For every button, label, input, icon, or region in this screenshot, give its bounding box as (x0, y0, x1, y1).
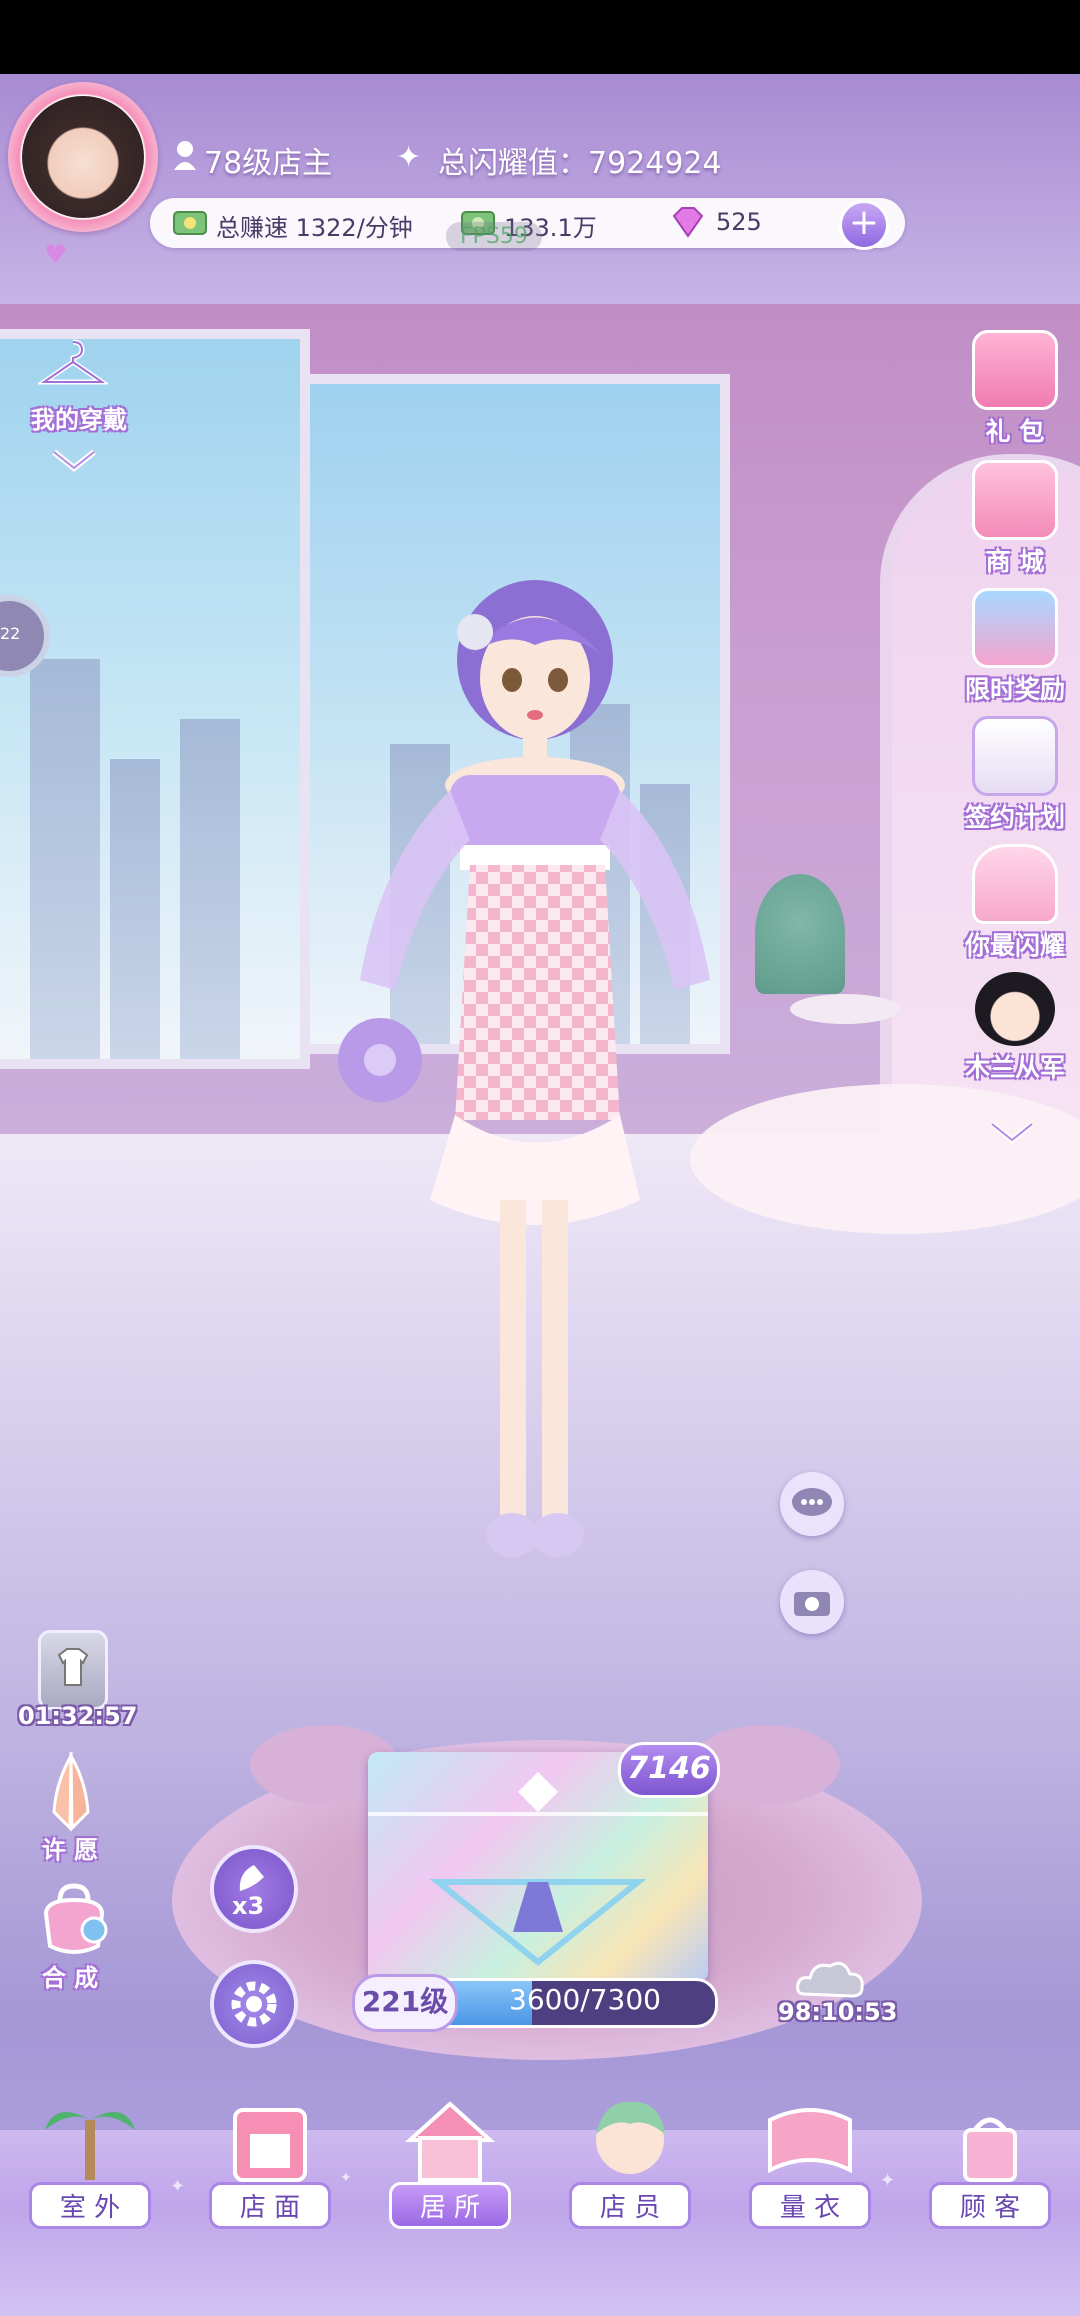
limited-reward-label: 限时奖励 (964, 675, 1065, 704)
person-icon (174, 141, 196, 170)
speed-multiplier: x3 (232, 1892, 265, 1920)
settings-button[interactable] (210, 1960, 298, 2048)
decorative-stars: ✦ ✦ ✦ ✦ (170, 2170, 895, 2200)
chevron-down-icon[interactable] (50, 446, 98, 476)
contract-icon (972, 716, 1058, 796)
nav-residence[interactable]: 居 所 (385, 2090, 515, 2229)
hanger-icon[interactable] (38, 336, 108, 392)
customer-icon (963, 2117, 1017, 2182)
merge-bag-icon[interactable] (32, 1880, 116, 1964)
nav-customers-label: 顾 客 (929, 2182, 1051, 2229)
character[interactable] (320, 560, 740, 1660)
mulan-event-label: 木兰从军 (964, 1053, 1065, 1082)
gem-amount: 525 (716, 208, 762, 236)
merge-label[interactable]: 合 成 (20, 1958, 120, 1993)
cloud-timer: 98:10:53 (778, 1998, 898, 2026)
nav-customers[interactable]: 顾 客 (925, 2090, 1055, 2229)
add-gems-button[interactable]: + (842, 203, 886, 247)
staff-icon (596, 2101, 665, 2174)
contract-plan-button[interactable]: 签约计划 (950, 716, 1080, 834)
storefront-icon (233, 2108, 307, 2182)
my-outfit-label[interactable]: 我的穿戴 (14, 400, 144, 435)
gift-box-icon (972, 330, 1058, 410)
nav-storefront-label: 店 面 (209, 2182, 331, 2229)
character-figure (338, 580, 710, 1557)
shop-button[interactable]: 商 城 (950, 460, 1080, 578)
praying-hands-icon[interactable] (36, 1752, 106, 1832)
chat-button[interactable] (780, 1472, 844, 1536)
nav-measure[interactable]: 量 衣 (745, 2090, 875, 2229)
nav-storefront[interactable]: 店 面 (205, 2090, 335, 2229)
player-level: 78级店主 (204, 146, 333, 181)
gear-icon (231, 1981, 277, 2027)
svg-text:✦: ✦ (170, 2176, 185, 2197)
shine-event-label: 你最闪耀 (964, 931, 1065, 960)
heart-icon: ♥ (44, 240, 68, 270)
wish-label[interactable]: 许 愿 (20, 1830, 120, 1865)
svg-text:✦: ✦ (340, 2170, 352, 2186)
total-glow-value: 总闪耀值：7924924 (438, 146, 722, 181)
earn-rate-text: 总赚速 1322/分钟 (216, 214, 413, 242)
clothes-timer: 01:32:57 (18, 1702, 138, 1730)
nav-outdoor-label: 室 外 (29, 2182, 151, 2229)
nav-residence-label: 居 所 (389, 2182, 511, 2229)
fps-overlay: FPS59 (446, 222, 542, 251)
chevron-down-icon[interactable] (988, 1118, 1036, 1148)
shop-icon (972, 460, 1058, 540)
camera-button[interactable] (780, 1570, 844, 1634)
limited-reward-button[interactable]: 限时奖励 (950, 588, 1080, 706)
nav-measure-label: 量 衣 (749, 2182, 871, 2229)
box-lid-line (368, 1812, 708, 1816)
house-icon (404, 2101, 496, 2182)
avatar[interactable] (22, 96, 144, 218)
mulan-event-button[interactable]: 木兰从军 (950, 972, 1080, 1084)
plant (755, 874, 845, 994)
gift-pack-label: 礼 包 (985, 417, 1045, 446)
ceiling (0, 74, 1080, 304)
palm-tree-icon (45, 2112, 135, 2180)
production-level-badge: 221级 (352, 1974, 458, 2032)
side-timer-text: 22 (0, 624, 21, 643)
box-counter-badge: 7146 (618, 1742, 720, 1798)
nav-outdoor[interactable]: 室 外 (25, 2090, 155, 2229)
crown-icon (972, 844, 1058, 924)
level-progress-text: 3600/7300 (509, 1983, 661, 2016)
camera-icon (794, 1592, 830, 1616)
window-left (0, 329, 310, 1069)
nav-staff[interactable]: 店 员 (565, 2090, 695, 2229)
nav-staff-label: 店 员 (569, 2182, 691, 2229)
shine-event-button[interactable]: 你最闪耀 (950, 844, 1080, 962)
side-table (790, 994, 900, 1024)
tape-measure-icon (768, 2108, 852, 2174)
tshirt-icon (57, 1648, 89, 1686)
svg-text:✦: ✦ (880, 2170, 895, 2191)
gift-pack-button[interactable]: 礼 包 (950, 330, 1080, 448)
sparkle-icon: ✦ (396, 140, 422, 175)
chat-bubble-icon (792, 1488, 832, 1516)
limited-reward-icon (972, 588, 1058, 668)
cash-rate-icon (173, 211, 207, 235)
shop-label: 商 城 (985, 547, 1045, 576)
status-bar (0, 0, 1080, 74)
mulan-icon (975, 972, 1055, 1046)
tshirt-box-icon[interactable] (38, 1630, 108, 1710)
gem-icon (672, 207, 704, 238)
contract-plan-label: 签约计划 (964, 803, 1065, 832)
